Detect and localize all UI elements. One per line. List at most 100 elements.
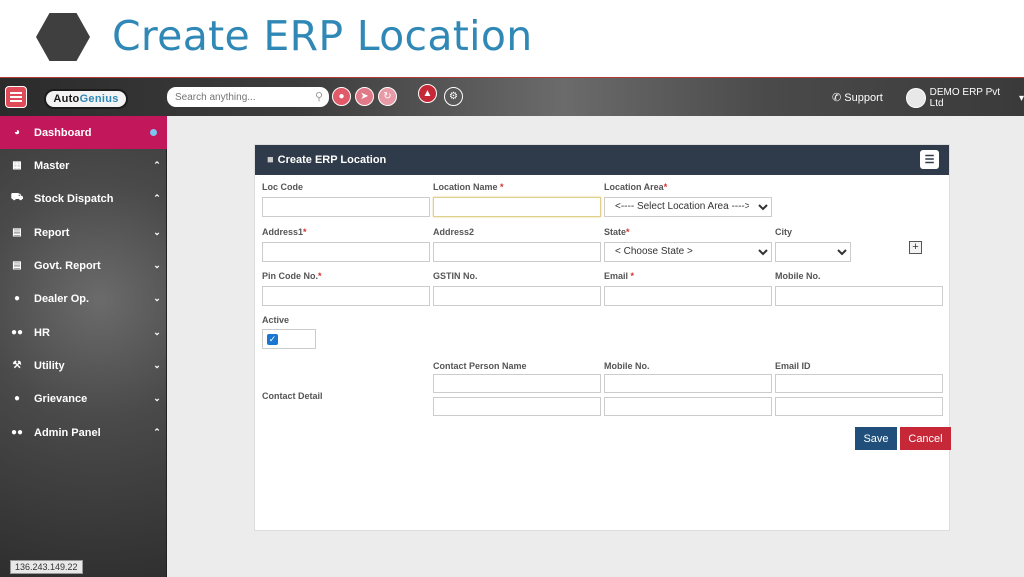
location-name-input[interactable]	[433, 196, 601, 217]
gstin-input[interactable]	[433, 285, 601, 306]
top-bar: AutoGenius ⚲ ● ➤ ↻ ▲ ⚙ ✆ Support DEMO ER…	[0, 78, 1024, 116]
card-title: Create ERP Location	[277, 154, 387, 166]
email-input[interactable]	[604, 285, 772, 306]
contact-email-header: Email ID	[775, 361, 811, 371]
contact-email-input-1[interactable]	[775, 374, 943, 393]
list-view-button[interactable]: ☰	[920, 150, 939, 169]
ip-address-label: 136.243.149.22	[10, 560, 83, 574]
sidebar-item-utility[interactable]: ⚒ Utility ⌄	[0, 349, 167, 382]
sidebar-item-stock-dispatch[interactable]: ⛟ Stock Dispatch ⌃	[0, 182, 167, 215]
avatar	[906, 88, 926, 108]
gear-icon[interactable]: ⚙	[444, 87, 463, 106]
sidebar-item-dashboard[interactable]: ◕ Dashboard	[0, 116, 167, 149]
user-name: DEMO ERP Pvt Ltd	[929, 87, 1001, 109]
create-location-card: ■ Create ERP Location ☰ Loc Code Locatio…	[254, 144, 951, 531]
location-area-select[interactable]: <---- Select Location Area ---->	[604, 196, 772, 217]
refresh-icon[interactable]: ↻	[378, 87, 397, 106]
gstin-group: GSTIN No.	[433, 271, 601, 306]
contact-mobile-header: Mobile No.	[604, 361, 650, 371]
sidebar-item-label: HR	[34, 326, 50, 339]
pin-code-label: Pin Code No.*	[262, 271, 322, 281]
contact-person-header: Contact Person Name	[433, 361, 527, 371]
sidebar-item-grievance[interactable]: ● Grievance ⌄	[0, 382, 167, 415]
users-icon: ●●	[10, 327, 24, 338]
add-city-button[interactable]: +	[909, 241, 922, 254]
contact-mobile-input-1[interactable]	[604, 374, 772, 393]
sidebar-item-label: Admin Panel	[34, 426, 101, 439]
hexagon-icon	[36, 13, 90, 61]
address1-input[interactable]	[262, 241, 430, 262]
contact-email-input-2[interactable]	[775, 397, 943, 416]
chat-icon: ●	[13, 393, 21, 404]
address2-label: Address2	[433, 227, 475, 237]
card-header: ■ Create ERP Location ☰	[255, 145, 949, 175]
car-icon[interactable]: ●	[332, 87, 351, 106]
loc-code-label: Loc Code	[262, 182, 304, 192]
sidebar-item-label: Utility	[34, 359, 65, 372]
logo-text-accent: Genius	[79, 93, 119, 105]
state-select[interactable]: < Choose State >	[604, 241, 772, 262]
sidebar-item-master[interactable]: ▦ Master ⌃	[0, 149, 167, 182]
location-name-label: Location Name *	[433, 182, 504, 192]
state-group: State* < Choose State >	[604, 227, 772, 262]
active-dot	[150, 129, 157, 136]
contact-mobile-input-2[interactable]	[604, 397, 772, 416]
menu-toggle-button[interactable]	[5, 86, 27, 108]
chevron-down-icon: ⌄	[153, 227, 161, 237]
location-name-group: Location Name *	[433, 182, 601, 217]
sidebar-item-label: Stock Dispatch	[34, 192, 114, 205]
sidebar-item-label: Report	[34, 226, 70, 239]
search-icon[interactable]: ⚲	[315, 90, 323, 103]
contact-person-input-1[interactable]	[433, 374, 601, 393]
chevron-down-icon: ⌄	[153, 393, 161, 403]
chevron-up-icon: ⌃	[153, 427, 161, 437]
user-menu[interactable]: DEMO ERP Pvt Ltd ▾	[906, 87, 1024, 109]
active-checkbox-wrap: ✓	[262, 329, 316, 349]
support-label: Support	[844, 92, 883, 104]
pin-code-input[interactable]	[262, 285, 430, 306]
cancel-button[interactable]: Cancel	[900, 427, 951, 450]
sidebar-item-label: Master	[34, 159, 70, 172]
notification-icon[interactable]: ▲	[418, 84, 437, 103]
sidebar: ◕ Dashboard ▦ Master ⌃ ⛟ Stock Dispatch …	[0, 116, 167, 577]
loc-code-input[interactable]	[262, 196, 430, 217]
address1-label: Address1*	[262, 227, 307, 237]
pin-code-group: Pin Code No.*	[262, 271, 430, 306]
sidebar-item-govt-report[interactable]: ▤ Govt. Report ⌄	[0, 249, 167, 282]
chevron-down-icon: ⌄	[153, 360, 161, 370]
mobile-input[interactable]	[775, 285, 943, 306]
search-input[interactable]	[175, 91, 305, 103]
truck-icon: ⛟	[10, 192, 24, 203]
chevron-up-icon: ⌃	[153, 160, 161, 170]
admin-icon: ●●	[10, 427, 24, 438]
city-select[interactable]	[775, 241, 851, 262]
save-button[interactable]: Save	[855, 427, 897, 450]
slide-header: Create ERP Location	[0, 0, 1024, 76]
active-checkbox[interactable]: ✓	[267, 333, 278, 345]
chevron-up-icon: ⌃	[153, 193, 161, 203]
main-content: ■ Create ERP Location ☰ Loc Code Locatio…	[167, 116, 1024, 577]
sidebar-item-hr[interactable]: ●● HR ⌄	[0, 316, 167, 349]
contact-person-input-2[interactable]	[433, 397, 601, 416]
share-icon[interactable]: ➤	[355, 87, 374, 106]
address2-input[interactable]	[433, 241, 601, 262]
chevron-down-icon: ⌄	[153, 293, 161, 303]
address1-group: Address1*	[262, 227, 430, 262]
sidebar-item-label: Dashboard	[34, 126, 92, 139]
contact-detail-label: Contact Detail	[262, 391, 323, 401]
sidebar-item-admin-panel[interactable]: ●● Admin Panel ⌃	[0, 416, 167, 449]
location-area-label: Location Area*	[604, 182, 668, 192]
city-label: City	[775, 227, 793, 237]
report-icon: ▤	[12, 227, 22, 238]
wrench-icon: ⚒	[12, 360, 22, 371]
sidebar-item-report[interactable]: ▤ Report ⌄	[0, 216, 167, 249]
chevron-down-icon: ▾	[1018, 92, 1024, 104]
support-link[interactable]: ✆ Support	[832, 91, 883, 104]
sidebar-item-dealer-op[interactable]: ● Dealer Op. ⌄	[0, 282, 167, 315]
grid-icon: ▦	[12, 160, 22, 171]
sidebar-item-label: Dealer Op.	[34, 292, 90, 305]
document-icon: ▤	[12, 260, 22, 271]
app-logo[interactable]: Auto Genius	[44, 89, 128, 109]
active-label: Active	[262, 315, 290, 325]
loc-code-group: Loc Code	[262, 182, 430, 217]
